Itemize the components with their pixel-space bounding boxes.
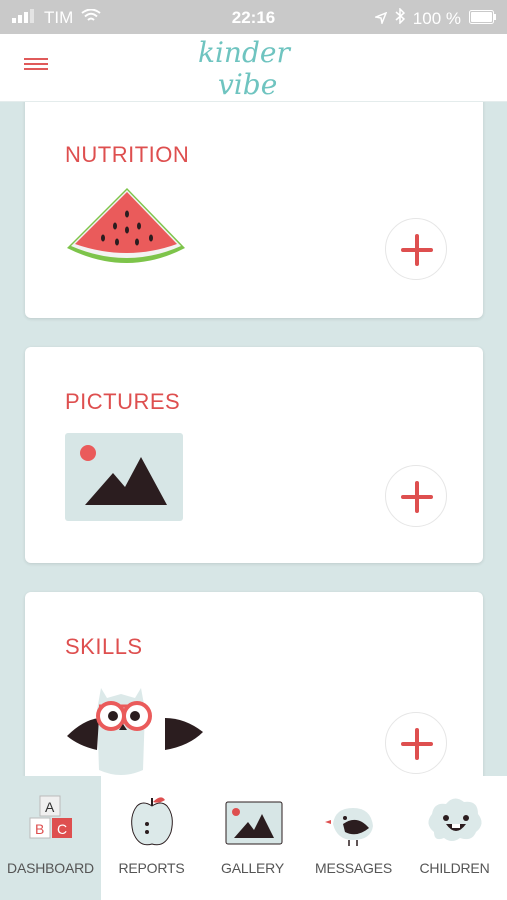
tab-label-messages: MESSAGES (315, 860, 392, 876)
bird-icon (325, 808, 373, 846)
svg-text:C: C (57, 821, 67, 837)
card-title-nutrition: NUTRITION (65, 142, 190, 167)
tab-label-gallery: GALLERY (221, 860, 284, 876)
menu-button[interactable] (24, 58, 48, 78)
location-arrow-icon (373, 9, 388, 29)
watermelon-icon (67, 188, 185, 263)
add-nutrition-button[interactable] (385, 218, 447, 280)
status-bar: TIM 22:16 100 % (0, 0, 507, 34)
tab-label-dashboard: DASHBOARD (7, 860, 94, 876)
svg-text:vibe: vibe (218, 68, 277, 101)
apple-icon (131, 797, 173, 846)
plus-icon (401, 234, 433, 266)
skills-card: SKILLS (25, 592, 483, 776)
tab-reports[interactable]: REPORTS (101, 776, 202, 900)
svg-text:kinder: kinder (198, 36, 291, 69)
picture-icon (225, 801, 283, 845)
svg-text:A: A (45, 799, 55, 815)
add-picture-button[interactable] (385, 465, 447, 527)
app-header: kinder vibe (0, 34, 507, 102)
card-title-skills: SKILLS (65, 634, 143, 659)
owl-icon (67, 688, 203, 775)
plus-icon (401, 728, 433, 760)
cloud-face-icon (428, 798, 482, 841)
abc-blocks-icon: A B C (29, 795, 72, 839)
svg-text:B: B (35, 821, 44, 837)
tab-bar: A B C DASHBOARD REPORTS GALLERY MESSAGES… (0, 776, 507, 900)
tab-label-children: CHILDREN (419, 860, 490, 876)
tab-children[interactable]: CHILDREN (404, 776, 505, 900)
dashboard-content: NUTRITION PICTURES SKILLS (0, 102, 507, 776)
tab-gallery[interactable]: GALLERY (202, 776, 303, 900)
card-title-pictures: PICTURES (65, 389, 181, 414)
battery-icon (469, 9, 497, 29)
tab-label-reports: REPORTS (118, 860, 185, 876)
kindervibe-logo: kinder vibe (198, 36, 291, 101)
battery-percent: 100 % (412, 8, 461, 28)
nutrition-card: NUTRITION (25, 102, 483, 318)
tab-dashboard[interactable]: A B C DASHBOARD (0, 776, 101, 900)
status-right: 100 % (373, 7, 497, 29)
bluetooth-icon (395, 7, 405, 29)
plus-icon (401, 481, 433, 513)
menu-icon (24, 58, 48, 60)
tab-messages[interactable]: MESSAGES (303, 776, 404, 900)
pictures-card: PICTURES (25, 347, 483, 563)
add-skill-button[interactable] (385, 712, 447, 774)
picture-icon (65, 433, 183, 521)
